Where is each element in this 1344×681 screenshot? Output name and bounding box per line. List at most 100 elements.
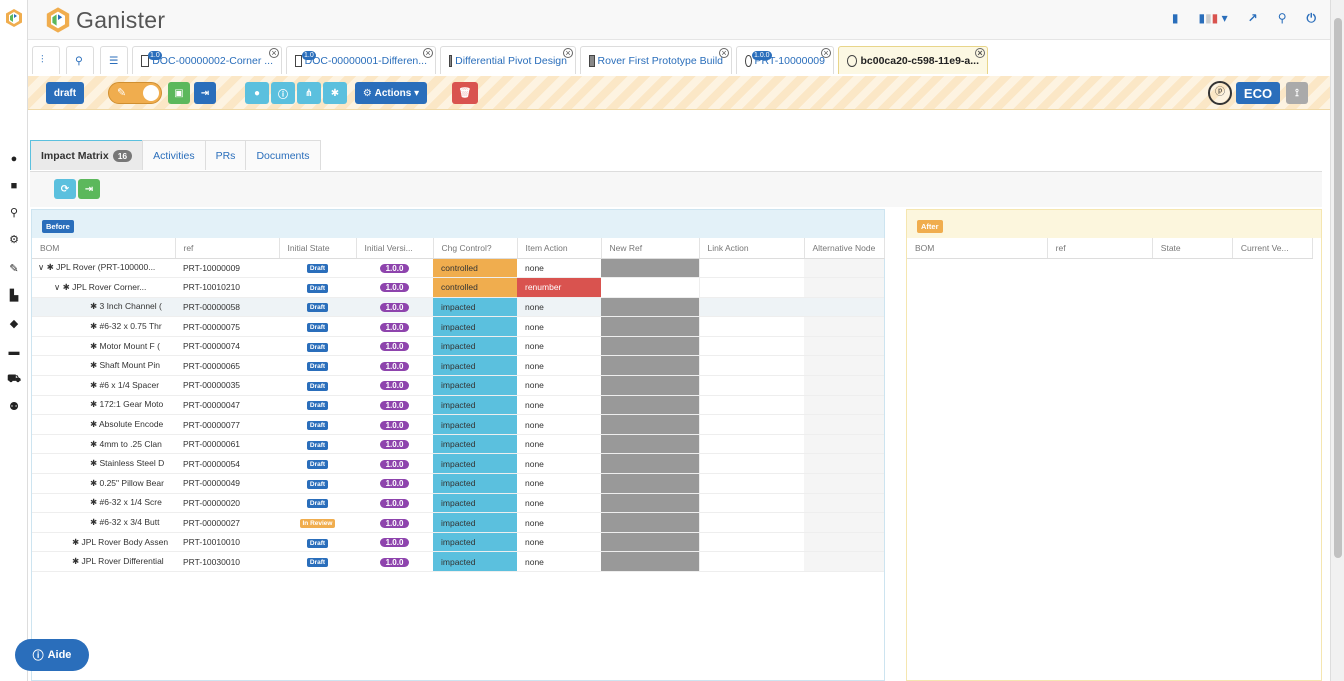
link-action-cell[interactable]	[698, 336, 804, 357]
column-header[interactable]: BOM	[32, 238, 176, 259]
edit-toggle[interactable]: ✎	[108, 82, 162, 104]
link-action-cell[interactable]	[698, 493, 804, 514]
item-action-cell[interactable]: none	[517, 473, 601, 494]
new-ref-cell[interactable]	[601, 336, 699, 357]
alternative-node-cell[interactable]	[804, 493, 884, 514]
chg-control-cell[interactable]: controlled	[433, 258, 517, 279]
new-ref-cell[interactable]	[601, 453, 699, 475]
apply-button[interactable]: ⇥	[78, 179, 100, 199]
link-action-cell[interactable]	[698, 297, 804, 318]
tab-list[interactable]: ☰	[100, 46, 128, 74]
chg-control-cell[interactable]: impacted	[433, 414, 517, 435]
chg-control-cell[interactable]: impacted	[433, 532, 517, 553]
chg-control-cell[interactable]: impacted	[433, 453, 517, 475]
tab-diff-pivot[interactable]: Differential Pivot Design ×	[440, 46, 576, 74]
bom-cell[interactable]: ∨ ✱ JPL Rover Corner...	[32, 277, 175, 298]
item-action-cell[interactable]: none	[517, 316, 601, 337]
search-icon[interactable]: ⚲	[1278, 11, 1287, 26]
tab-search[interactable]: ⚲	[66, 46, 94, 74]
column-header[interactable]: Chg Control?	[433, 238, 518, 259]
delete-button[interactable]: 🗑	[452, 82, 478, 104]
new-ref-cell[interactable]	[601, 297, 699, 318]
alternative-node-cell[interactable]	[804, 532, 884, 553]
item-action-cell[interactable]: none	[517, 453, 601, 475]
close-icon[interactable]: ×	[719, 48, 729, 58]
alternative-node-cell[interactable]	[804, 453, 884, 475]
item-action-cell[interactable]: none	[517, 493, 601, 514]
item-action-cell[interactable]: none	[517, 336, 601, 357]
table-row[interactable]: ✱ #6 x 1/4 Spacer PRT-00000035 Draft 1.0.0 i…	[32, 375, 884, 396]
bom-cell[interactable]: ✱ 3 Inch Channel (	[32, 297, 175, 318]
item-action-cell[interactable]: none	[517, 375, 601, 396]
save-button[interactable]: ▣	[168, 82, 190, 104]
column-header[interactable]: Initial State	[279, 238, 357, 259]
close-icon[interactable]: ×	[563, 48, 573, 58]
alternative-node-cell[interactable]	[804, 512, 884, 533]
bom-cell[interactable]: ✱ Stainless Steel D	[32, 453, 175, 475]
user-icon[interactable]: ●	[7, 152, 21, 166]
cart-icon[interactable]: ⛟	[7, 372, 21, 386]
bom-cell[interactable]: ✱ JPL Rover Body Assen	[32, 532, 175, 553]
gears-icon[interactable]: ⚙	[7, 233, 21, 247]
tab-eco[interactable]: bc00ca20-c598-11e9-a... ×	[838, 46, 988, 74]
search-icon[interactable]: ⚲	[7, 206, 21, 220]
new-ref-cell[interactable]	[601, 355, 699, 377]
bom-cell[interactable]: ✱ #6-32 x 3/4 Butt	[32, 512, 175, 533]
alternative-node-cell[interactable]	[804, 434, 884, 455]
asterisk-button[interactable]: ✱	[323, 82, 347, 104]
new-ref-cell[interactable]	[601, 375, 699, 396]
bom-cell[interactable]: ✱ 4mm to .25 Clan	[32, 434, 175, 455]
alternative-node-cell[interactable]	[804, 551, 884, 572]
tab-doc-1[interactable]: 1.0 DOC-00000001-Differen... ×	[286, 46, 436, 74]
sitemap-button[interactable]: ⋔	[297, 82, 321, 104]
item-action-cell[interactable]: none	[517, 297, 601, 318]
alternative-node-cell[interactable]	[804, 473, 884, 494]
table-row[interactable]: ✱ #6-32 x 3/4 Butt PRT-00000027 In Review 1…	[32, 512, 884, 533]
column-header[interactable]: ref	[1047, 238, 1153, 259]
new-ref-cell[interactable]	[601, 258, 699, 279]
table-row[interactable]: ✱ Stainless Steel D PRT-00000054 Draft 1.0.…	[32, 453, 884, 475]
new-ref-cell[interactable]	[601, 277, 699, 298]
bom-cell[interactable]: ∨ ✱ JPL Rover (PRT-100000...	[32, 258, 175, 279]
table-row[interactable]: ✱ Motor Mount F (PRT-00000074 Draft 1.0.0 i…	[32, 336, 884, 357]
chg-control-cell[interactable]: impacted	[433, 316, 517, 337]
refresh-button[interactable]: ⟳	[54, 179, 76, 199]
language-flag-icon[interactable]: ▮▮▮ ▾	[1198, 11, 1227, 26]
ganister-logo-icon[interactable]	[4, 8, 24, 28]
link-action-cell[interactable]	[698, 277, 804, 298]
users-icon[interactable]: ⚉	[7, 400, 21, 414]
chg-control-cell[interactable]: impacted	[433, 336, 517, 357]
link-action-cell[interactable]	[698, 551, 804, 572]
link-action-cell[interactable]	[698, 453, 804, 475]
new-ref-cell[interactable]	[601, 414, 699, 435]
alternative-node-cell[interactable]	[804, 414, 884, 435]
table-row[interactable]: ✱ 3 Inch Channel (PRT-00000058 Draft 1.0.0…	[32, 297, 884, 318]
chg-control-cell[interactable]: impacted	[433, 551, 517, 572]
bom-cell[interactable]: ✱ Absolute Encode	[32, 414, 175, 435]
link-action-cell[interactable]	[698, 395, 804, 416]
new-ref-cell[interactable]	[601, 434, 699, 455]
item-action-cell[interactable]: none	[517, 512, 601, 533]
link-action-cell[interactable]	[698, 355, 804, 377]
column-header[interactable]: Alternative Node	[804, 238, 885, 259]
close-icon[interactable]: ×	[975, 48, 985, 58]
tab-prs[interactable]: PRs	[204, 140, 247, 170]
bom-cell[interactable]: ✱ #6 x 1/4 Spacer	[32, 375, 175, 396]
page-scrollbar[interactable]	[1330, 0, 1344, 681]
chg-control-cell[interactable]: impacted	[433, 395, 517, 416]
help-button[interactable]: ⓘ Aide	[15, 639, 89, 671]
rss-button[interactable]: ⟟	[1286, 82, 1308, 104]
tab-activities[interactable]: Activities	[142, 140, 206, 170]
column-header[interactable]: New Ref	[601, 238, 700, 259]
bom-cell[interactable]: ✱ Shaft Mount Pin	[32, 355, 175, 377]
info-button[interactable]: ⓘ	[271, 82, 295, 104]
item-action-cell[interactable]: none	[517, 395, 601, 416]
tab-rover-build[interactable]: Rover First Prototype Build ×	[580, 46, 732, 74]
tab-part[interactable]: 1.0.0 PRT-10000009 ×	[736, 46, 834, 74]
alternative-node-cell[interactable]	[804, 258, 884, 279]
actions-dropdown[interactable]: ⚙ Actions ▾	[355, 82, 427, 104]
chevron-down-icon[interactable]: ∨	[54, 282, 63, 292]
table-row[interactable]: ✱ Absolute Encode PRT-00000077 Draft 1.0.0 i…	[32, 414, 884, 435]
table-row[interactable]: ✱ 0.25" Pillow Bear PRT-00000049 Draft 1.0.…	[32, 473, 884, 494]
alternative-node-cell[interactable]	[804, 375, 884, 396]
